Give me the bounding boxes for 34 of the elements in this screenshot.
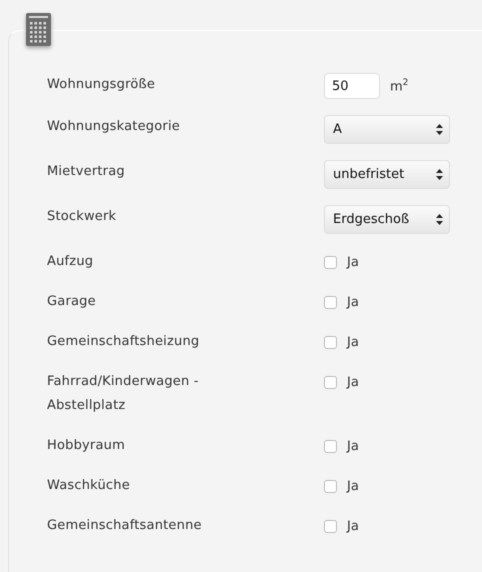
checkbox-label: Ja (347, 374, 359, 390)
field-label: Aufzug (47, 253, 94, 271)
stepper-arrows-icon (436, 124, 443, 135)
select-dropdown[interactable]: A (324, 115, 450, 144)
field-label: Gemeinschaftsantenne (47, 517, 203, 535)
field-label: Gemeinschaftsheizung (47, 333, 200, 351)
checkbox[interactable] (324, 336, 337, 348)
checkbox-label: Ja (347, 334, 359, 350)
checkbox-label: Ja (347, 478, 359, 494)
checkbox[interactable] (324, 256, 337, 268)
unit-label: m$^{2}$ (390, 78, 408, 94)
select-dropdown[interactable]: unbefristet (324, 160, 450, 189)
checkbox[interactable] (324, 296, 337, 308)
checkbox-label: Ja (347, 518, 359, 534)
calculator-icon (26, 13, 51, 46)
field-label: Hobbyraum (47, 437, 126, 455)
checkbox[interactable] (324, 520, 337, 532)
field-label: Wohnungsgröße (47, 76, 156, 94)
select-dropdown[interactable]: Erdgeschoß (324, 205, 450, 234)
checkbox-label: Ja (347, 438, 359, 454)
stepper-arrows-icon (436, 169, 443, 180)
field-label: Mietvertrag (47, 163, 126, 181)
field-label: Garage (47, 293, 97, 311)
checkbox[interactable] (324, 440, 337, 452)
size-input[interactable]: 50 (324, 73, 380, 99)
field-label: Fahrrad/Kinderwagen - Abstellplatz (47, 373, 200, 415)
field-label: Wohnungskategorie (47, 118, 181, 136)
checkbox[interactable] (324, 480, 337, 492)
checkbox[interactable] (324, 376, 337, 388)
checkbox-label: Ja (347, 254, 359, 270)
field-label: Stockwerk (47, 208, 118, 226)
checkbox-label: Ja (347, 294, 359, 310)
stepper-arrows-icon (436, 214, 443, 225)
field-label: Waschküche (47, 477, 131, 495)
